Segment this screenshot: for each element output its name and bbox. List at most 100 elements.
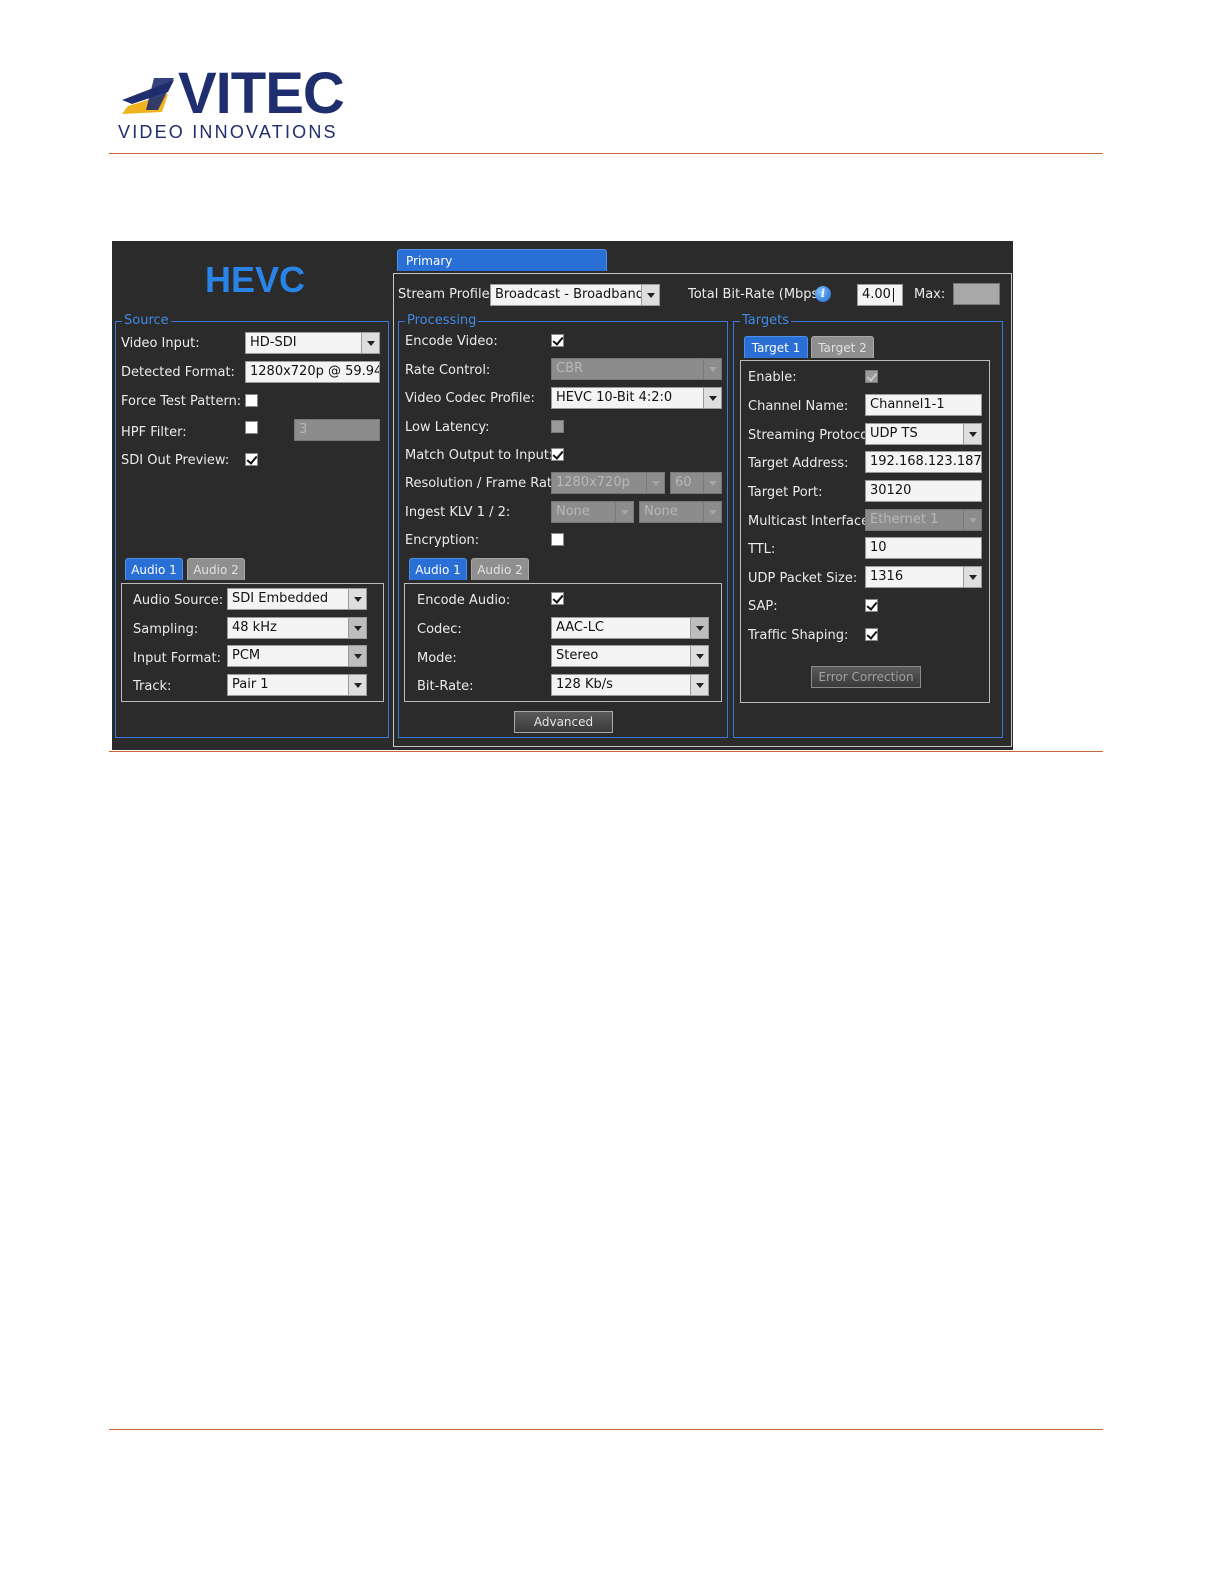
- packet-size-select[interactable]: 1316: [865, 566, 982, 588]
- sap-checkbox[interactable]: [865, 599, 878, 612]
- tab-primary[interactable]: Primary: [397, 249, 607, 271]
- sdi-out-preview-label: SDI Out Preview:: [121, 453, 230, 468]
- force-test-pattern-label: Force Test Pattern:: [121, 394, 242, 409]
- low-latency-checkbox[interactable]: [551, 420, 564, 433]
- input-format-select[interactable]: PCM: [227, 645, 367, 667]
- chevron-down-icon[interactable]: [703, 388, 721, 408]
- hpf-filter-label: HPF Filter:: [121, 425, 187, 440]
- chevron-down-icon[interactable]: [963, 424, 981, 444]
- targets-legend: Targets: [740, 313, 791, 329]
- tab-target-1[interactable]: Target 1: [744, 336, 808, 358]
- chevron-down-icon[interactable]: [348, 646, 366, 666]
- resolution-label: Resolution / Frame Rate:: [405, 476, 565, 491]
- chevron-down-icon[interactable]: [963, 567, 981, 587]
- advanced-button[interactable]: Advanced: [514, 711, 613, 733]
- encode-video-label: Encode Video:: [405, 334, 498, 349]
- video-input-select[interactable]: HD-SDI: [245, 332, 380, 354]
- sdi-out-preview-checkbox[interactable]: [245, 453, 258, 466]
- force-test-pattern-checkbox[interactable]: [245, 394, 258, 407]
- total-bitrate-input[interactable]: 4.00: [857, 284, 903, 306]
- chevron-down-icon[interactable]: [615, 502, 633, 522]
- audio-source-value: SDI Embedded: [232, 591, 329, 606]
- info-icon[interactable]: i: [815, 286, 831, 302]
- multicast-label: Multicast Interface:: [748, 514, 874, 529]
- tab-target-2[interactable]: Target 2: [811, 336, 874, 358]
- hpf-filter-checkbox[interactable]: [245, 421, 258, 434]
- protocol-label: Streaming Protocol:: [748, 428, 877, 443]
- processing-tab-audio-2[interactable]: Audio 2: [471, 558, 529, 580]
- rate-control-value: CBR: [556, 361, 584, 376]
- match-output-checkbox[interactable]: [551, 448, 564, 461]
- multicast-value: Ethernet 1: [870, 512, 939, 527]
- max-input[interactable]: [953, 283, 1000, 305]
- error-correction-button[interactable]: Error Correction: [811, 666, 921, 688]
- audio-bitrate-select[interactable]: 128 Kb/s: [551, 674, 709, 696]
- sap-label: SAP:: [748, 599, 778, 614]
- chevron-down-icon[interactable]: [703, 359, 721, 379]
- chevron-down-icon[interactable]: [348, 618, 366, 638]
- port-label: Target Port:: [748, 485, 823, 500]
- sampling-label: Sampling:: [133, 622, 199, 637]
- chevron-down-icon[interactable]: [646, 473, 664, 493]
- address-input[interactable]: 192.168.123.187: [865, 451, 982, 473]
- chevron-down-icon[interactable]: [690, 675, 708, 695]
- traffic-shaping-checkbox[interactable]: [865, 628, 878, 641]
- input-format-label: Input Format:: [133, 651, 221, 666]
- stream-profile-select[interactable]: Broadcast - Broadband: [490, 284, 660, 306]
- klv1-select[interactable]: None: [551, 501, 634, 523]
- encode-video-checkbox[interactable]: [551, 334, 564, 347]
- frame-rate-select[interactable]: 60: [670, 472, 722, 494]
- encode-audio-checkbox[interactable]: [551, 592, 564, 605]
- hpf-value-field[interactable]: 3: [294, 419, 380, 441]
- mode-value: Stereo: [556, 648, 599, 663]
- detected-format-field: 1280x720p @ 59.94: [245, 361, 380, 383]
- source-tab-audio-2[interactable]: Audio 2: [187, 558, 245, 580]
- codec-profile-select[interactable]: HEVC 10-Bit 4:2:0: [551, 387, 722, 409]
- codec-value: AAC-LC: [556, 620, 605, 635]
- rate-control-label: Rate Control:: [405, 363, 491, 378]
- enable-checkbox[interactable]: [865, 370, 878, 383]
- mode-select[interactable]: Stereo: [551, 645, 709, 667]
- track-value: Pair 1: [232, 677, 269, 692]
- track-select[interactable]: Pair 1: [227, 674, 367, 696]
- codec-select[interactable]: AAC-LC: [551, 617, 709, 639]
- total-bitrate-label: Total Bit-Rate (Mbps): [688, 287, 824, 302]
- audio-source-select[interactable]: SDI Embedded: [227, 588, 367, 610]
- encryption-checkbox[interactable]: [551, 533, 564, 546]
- chevron-down-icon[interactable]: [703, 502, 721, 522]
- chevron-down-icon[interactable]: [690, 618, 708, 638]
- klv1-value: None: [556, 504, 590, 519]
- sampling-select[interactable]: 48 kHz: [227, 617, 367, 639]
- packet-size-label: UDP Packet Size:: [748, 571, 858, 586]
- chevron-down-icon[interactable]: [963, 510, 981, 530]
- footer-rule: [109, 1429, 1103, 1430]
- chevron-down-icon[interactable]: [361, 333, 379, 353]
- codec-label: Codec:: [417, 622, 462, 637]
- rate-control-select[interactable]: CBR: [551, 358, 722, 380]
- protocol-select[interactable]: UDP TS: [865, 423, 982, 445]
- hevc-logo: HEVC: [205, 259, 306, 300]
- processing-tab-audio-1[interactable]: Audio 1: [409, 558, 467, 580]
- chevron-down-icon[interactable]: [703, 473, 721, 493]
- resolution-select[interactable]: 1280x720p: [551, 472, 665, 494]
- chevron-down-icon[interactable]: [348, 589, 366, 609]
- ttl-input[interactable]: 10: [865, 537, 982, 559]
- protocol-value: UDP TS: [870, 426, 918, 441]
- resolution-value: 1280x720p: [556, 475, 630, 490]
- encryption-label: Encryption:: [405, 533, 480, 548]
- channel-name-input[interactable]: Channel1-1: [865, 394, 982, 416]
- port-input[interactable]: 30120: [865, 480, 982, 502]
- chevron-down-icon[interactable]: [348, 675, 366, 695]
- processing-legend: Processing: [405, 313, 479, 329]
- packet-size-value: 1316: [870, 569, 904, 584]
- video-input-label: Video Input:: [121, 336, 200, 351]
- chevron-down-icon[interactable]: [641, 285, 659, 305]
- klv2-select[interactable]: None: [639, 501, 722, 523]
- low-latency-label: Low Latency:: [405, 420, 490, 435]
- audio-source-label: Audio Source:: [133, 593, 224, 608]
- multicast-select[interactable]: Ethernet 1: [865, 509, 982, 531]
- source-tab-audio-1[interactable]: Audio 1: [125, 558, 183, 580]
- chevron-down-icon[interactable]: [690, 646, 708, 666]
- encoder-config-window: HEVC Primary Stream Profile: Broadcast -…: [112, 241, 1013, 750]
- match-output-label: Match Output to Input:: [405, 448, 554, 463]
